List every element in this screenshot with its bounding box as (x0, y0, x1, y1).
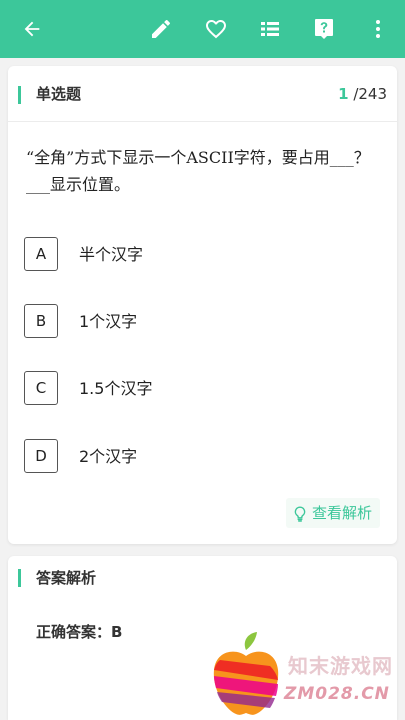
edit-button[interactable] (143, 11, 179, 47)
section-accent-bar (18, 569, 21, 587)
option-a[interactable]: A 半个汉字 (24, 237, 374, 273)
favorite-button[interactable] (198, 11, 234, 47)
option-text: 半个汉字 (79, 245, 144, 264)
current-question-index: 1 (338, 85, 349, 103)
more-button[interactable] (360, 11, 396, 47)
option-letter: D (24, 439, 58, 473)
top-toolbar (0, 0, 405, 58)
option-b[interactable]: B 1个汉字 (24, 304, 374, 340)
correct-answer-text: 正确答案：B (36, 623, 123, 641)
option-letter: C (24, 371, 58, 405)
option-text: 1个汉字 (79, 312, 138, 331)
apple-logo-icon (208, 630, 284, 720)
question-list-button[interactable] (252, 11, 288, 47)
pencil-icon (149, 17, 173, 41)
site-watermark: 知末游戏网 ZM028.CN (200, 628, 405, 720)
view-analysis-button[interactable]: 查看解析 (286, 498, 380, 528)
option-text: 1.5个汉字 (79, 379, 153, 398)
option-letter: B (24, 304, 58, 338)
option-text: 2个汉字 (79, 447, 138, 466)
heart-icon (204, 17, 228, 41)
option-letter: A (24, 237, 58, 271)
back-arrow-icon (21, 18, 43, 40)
question-text: “全角”方式下显示一个ASCII字符，要占用___？ ___显示位置。 (26, 148, 370, 194)
more-vert-icon (366, 17, 390, 41)
question-card: 单选题 1 /243 “全角”方式下显示一个ASCII字符，要占用___？ __… (8, 66, 397, 544)
help-icon (312, 17, 336, 41)
analysis-header: 答案解析 (8, 556, 397, 612)
section-accent-bar (18, 86, 21, 104)
question-type-label: 单选题 (36, 85, 82, 103)
help-button[interactable] (306, 11, 342, 47)
total-questions: /243 (353, 85, 387, 103)
option-d[interactable]: D 2个汉字 (24, 439, 374, 475)
view-analysis-label: 查看解析 (312, 504, 373, 522)
option-c[interactable]: C 1.5个汉字 (24, 371, 374, 407)
watermark-url: ZM028.CN (284, 684, 390, 704)
question-counter: 1 /243 (338, 84, 387, 104)
watermark-title: 知末游戏网 (288, 654, 393, 678)
back-button[interactable] (14, 11, 50, 47)
list-icon (258, 17, 282, 41)
lightbulb-icon (293, 506, 307, 526)
analysis-title: 答案解析 (36, 569, 97, 587)
question-header: 单选题 1 /243 (8, 66, 397, 122)
